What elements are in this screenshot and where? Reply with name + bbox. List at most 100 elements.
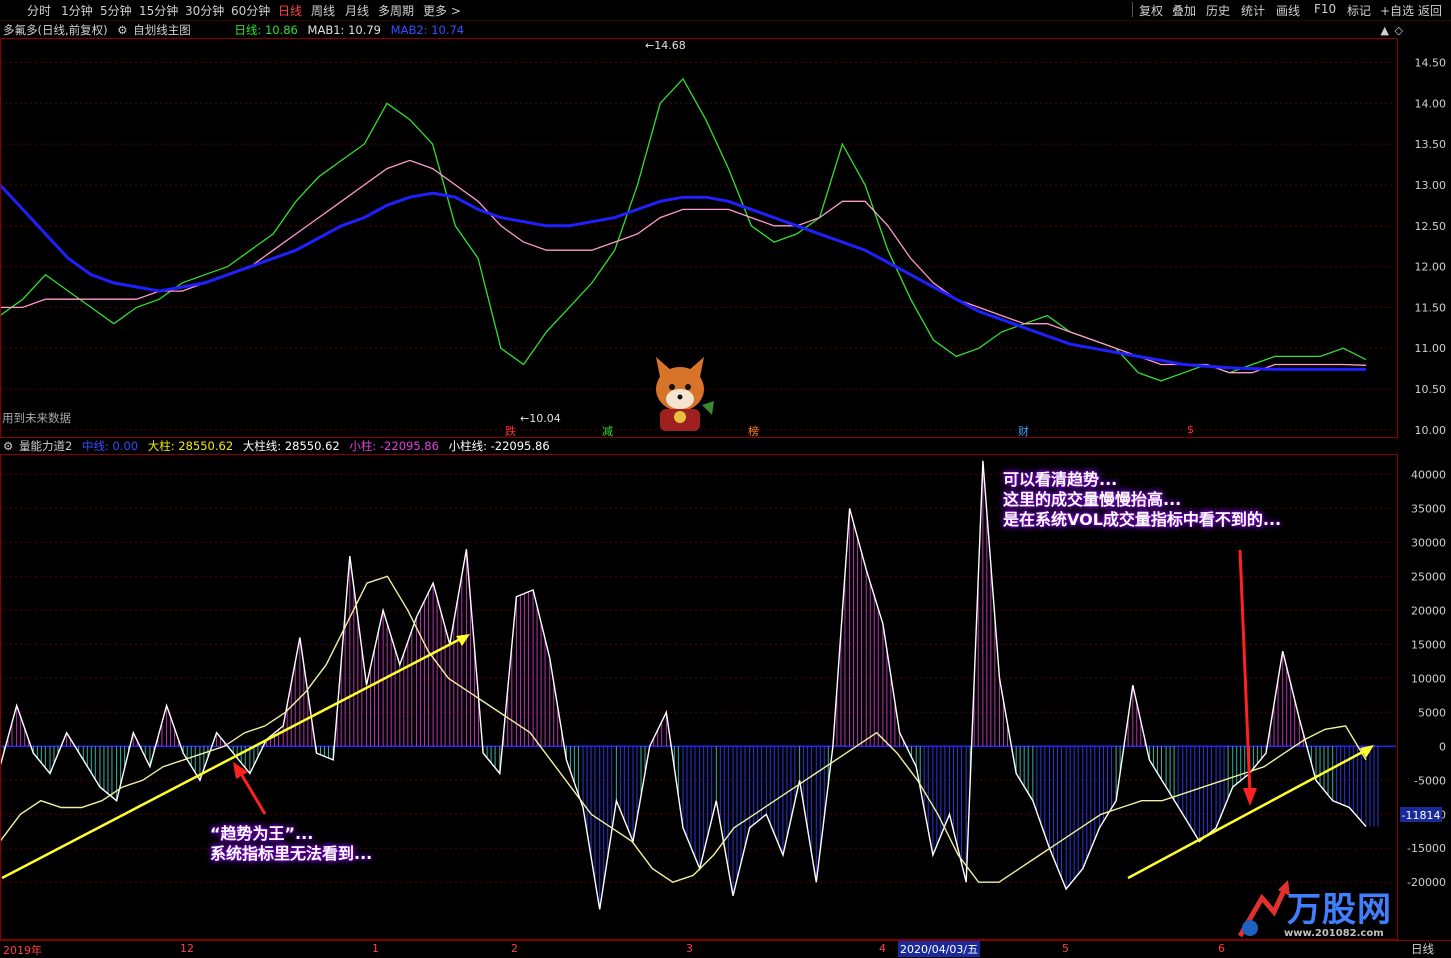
annotation-right-line1: 可以看清趋势... — [1003, 470, 1118, 489]
price-tick-label: 11.50 — [1415, 301, 1447, 314]
price-tick-label: 11.00 — [1415, 342, 1447, 355]
period-tab-30min[interactable]: 30分钟 — [185, 2, 224, 19]
period-tab-multi[interactable]: 多周期 — [378, 2, 414, 19]
main-indicator-name[interactable]: 自划线主图 — [133, 23, 191, 37]
sub-tick-label: 15000 — [1411, 638, 1446, 651]
fox-mascot-image — [656, 357, 714, 431]
price-tick-label: 14.50 — [1415, 56, 1447, 69]
price-tick-label: 12.50 — [1415, 220, 1447, 233]
button-huaxian[interactable]: 画线 — [1276, 2, 1300, 19]
main-price-axis: 14.50 14.00 13.50 13.00 12.50 12.00 11.50 11.00… — [1415, 56, 1447, 436]
period-tab-1min[interactable]: 1分钟 — [61, 2, 93, 19]
button-biaoji[interactable]: 标记 — [1347, 2, 1371, 19]
time-label-5: 5 — [1062, 942, 1069, 955]
price-tick-label: 10.50 — [1415, 383, 1447, 396]
mab1-label: MAB1: — [307, 23, 345, 37]
sub-indicator-name[interactable]: 量能力道2 — [19, 439, 72, 453]
xiaozhuxian-value: -22095.86 — [490, 439, 550, 453]
period-tab-fenshi[interactable]: 分时 — [27, 2, 51, 19]
period-toolbar: 分时 1分钟 5分钟 15分钟 30分钟 60分钟 日线 周线 月线 多周期 更… — [0, 0, 1451, 21]
future-data-note: 用到未来数据 — [2, 411, 71, 425]
low-price-value: 10.04 — [529, 412, 561, 425]
current-value-tag: -11814 — [1402, 809, 1441, 822]
collapse-arrow-icon[interactable]: ▲ — [1381, 24, 1389, 37]
sub-tick-label: 30000 — [1411, 536, 1446, 549]
high-price-marker: ←14.68 — [645, 39, 686, 52]
zhongxian-label: 中线: — [81, 439, 109, 453]
period-tab-15min[interactable]: 15分钟 — [139, 2, 178, 19]
signal-marker-cai[interactable]: 财 — [1018, 423, 1029, 439]
price-tick-label: 13.00 — [1415, 179, 1447, 192]
time-label-3: 3 — [686, 942, 693, 955]
annotation-left-line1: “趋势为王”... — [210, 824, 314, 843]
dazhu-value: 28550.62 — [178, 439, 234, 453]
settings-gear-icon[interactable]: ⚙ — [117, 23, 127, 37]
sub-tick-label: 10000 — [1411, 672, 1446, 685]
period-tab-monthly[interactable]: 月线 — [345, 2, 369, 19]
button-diejia[interactable]: 叠加 — [1172, 2, 1196, 19]
line-label: 日线: — [234, 23, 262, 37]
sub-tick-label: 35000 — [1411, 502, 1446, 515]
sub-tick-label: -15000 — [1407, 842, 1446, 855]
annotation-right-line2: 这里的成交量慢慢抬高... — [1003, 490, 1182, 509]
toolbar-divider — [1132, 2, 1133, 17]
series-line-mab2 — [0, 183, 1366, 371]
period-tab-daily[interactable]: 日线 — [278, 2, 302, 19]
time-label-2019: 2019年 — [3, 944, 42, 957]
button-f10[interactable]: F10 — [1314, 2, 1336, 16]
line-value: 10.86 — [264, 23, 298, 37]
signal-marker-dollar[interactable]: $ — [1187, 423, 1194, 436]
period-tab-weekly[interactable]: 周线 — [311, 2, 335, 19]
time-label-2: 2 — [511, 942, 518, 955]
watermark-brand: 万股网 — [1287, 890, 1392, 930]
sub-tick-label: -5000 — [1414, 774, 1446, 787]
watermark-arrow-icon — [1237, 880, 1290, 938]
sub-chart-infobar: ⚙ 量能力道2 中线: 0.00 大柱: 28550.62 大柱线: 28550… — [3, 438, 556, 454]
mab1-value: 10.79 — [348, 23, 382, 37]
sub-tick-label: 40000 — [1411, 468, 1446, 481]
zhongxian-value: 0.00 — [112, 439, 139, 453]
watermark-site: www.201082.com — [1284, 928, 1384, 939]
button-lishi[interactable]: 历史 — [1206, 2, 1230, 19]
main-indicator-lines — [0, 77, 1367, 382]
low-price-marker: ←10.04 — [520, 412, 561, 425]
price-tick-label: 10.00 — [1415, 424, 1447, 437]
period-tab-5min[interactable]: 5分钟 — [100, 2, 132, 19]
high-price-value: 14.68 — [654, 39, 686, 52]
series-line-日线 — [0, 77, 1367, 382]
red-pointer-line-left — [238, 771, 267, 815]
sub-tick-label: 5000 — [1418, 706, 1446, 719]
signal-marker-die[interactable]: 跌 — [505, 423, 516, 439]
dazhuxian-label: 大柱线: — [242, 439, 282, 453]
diamond-toggle-icon[interactable]: ◇ — [1395, 24, 1403, 37]
xiaozhu-value: -22095.86 — [379, 439, 439, 453]
xiaozhuxian-label: 小柱线: — [448, 439, 487, 453]
period-indicator: 日线 — [1411, 942, 1434, 956]
sub-tick-label: -20000 — [1407, 876, 1446, 889]
mab2-value: 10.74 — [431, 23, 465, 37]
signal-marker-jian[interactable]: 减 — [602, 423, 613, 439]
time-label-6: 6 — [1218, 942, 1225, 955]
dazhuxian-value: 28550.62 — [284, 439, 340, 453]
time-label-4: 4 — [879, 942, 886, 955]
sub-settings-gear-icon[interactable]: ⚙ — [3, 439, 13, 453]
main-price-chart[interactable]: 14.50 14.00 13.50 13.00 12.50 12.00 11.50 11.00… — [0, 38, 1451, 438]
sub-value-axis: 40000 35000 30000 25000 20000 15000 10000 5000 0… — [1407, 468, 1446, 889]
price-tick-label: 13.50 — [1415, 138, 1447, 151]
annotation-left-line2: 系统指标里无法看到... — [210, 844, 373, 863]
period-tab-60min[interactable]: 60分钟 — [231, 2, 270, 19]
mab2-label: MAB2: — [390, 23, 428, 37]
main-chart-infobar: 多氟多(日线,前复权) ⚙ 自划线主图 日线: 10.86 MAB1: 10.7… — [3, 22, 470, 38]
button-tongji[interactable]: 统计 — [1241, 2, 1265, 19]
button-fuquan[interactable]: 复权 — [1139, 2, 1163, 19]
xiaozhu-label: 小柱: — [349, 439, 377, 453]
button-add-watchlist[interactable]: +自选 — [1380, 2, 1414, 19]
signal-marker-bang[interactable]: 榜 — [748, 423, 759, 439]
time-label-1: 1 — [372, 942, 379, 955]
stock-name[interactable]: 多氟多(日线,前复权) — [3, 23, 108, 37]
period-tab-more[interactable]: 更多 > — [423, 2, 461, 19]
sub-tick-label: 0 — [1439, 740, 1446, 753]
button-back[interactable]: 返回 — [1418, 2, 1442, 19]
red-pointer-arrowhead — [1243, 788, 1257, 806]
price-tick-label: 12.00 — [1415, 261, 1447, 274]
